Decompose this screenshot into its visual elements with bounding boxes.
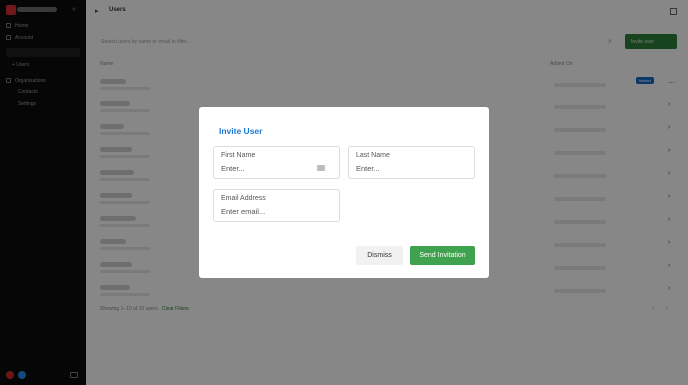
first-name-label: First Name	[221, 152, 256, 159]
email-label: Email Address	[221, 195, 266, 202]
last-name-field[interactable]: Last Name	[348, 146, 475, 179]
send-invitation-button[interactable]: Send Invitation	[410, 246, 475, 265]
last-name-label: Last Name	[356, 152, 390, 159]
invite-user-dialog: Invite User First Name Last Name Email A…	[199, 107, 489, 278]
last-name-input[interactable]	[356, 164, 446, 173]
dismiss-button[interactable]: Dismiss	[356, 246, 403, 265]
email-field[interactable]: Email Address	[213, 189, 340, 222]
dialog-title: Invite User	[219, 126, 263, 136]
autofill-icon[interactable]	[317, 165, 325, 171]
first-name-field[interactable]: First Name	[213, 146, 340, 179]
email-input[interactable]	[221, 207, 311, 216]
first-name-input[interactable]	[221, 164, 311, 173]
